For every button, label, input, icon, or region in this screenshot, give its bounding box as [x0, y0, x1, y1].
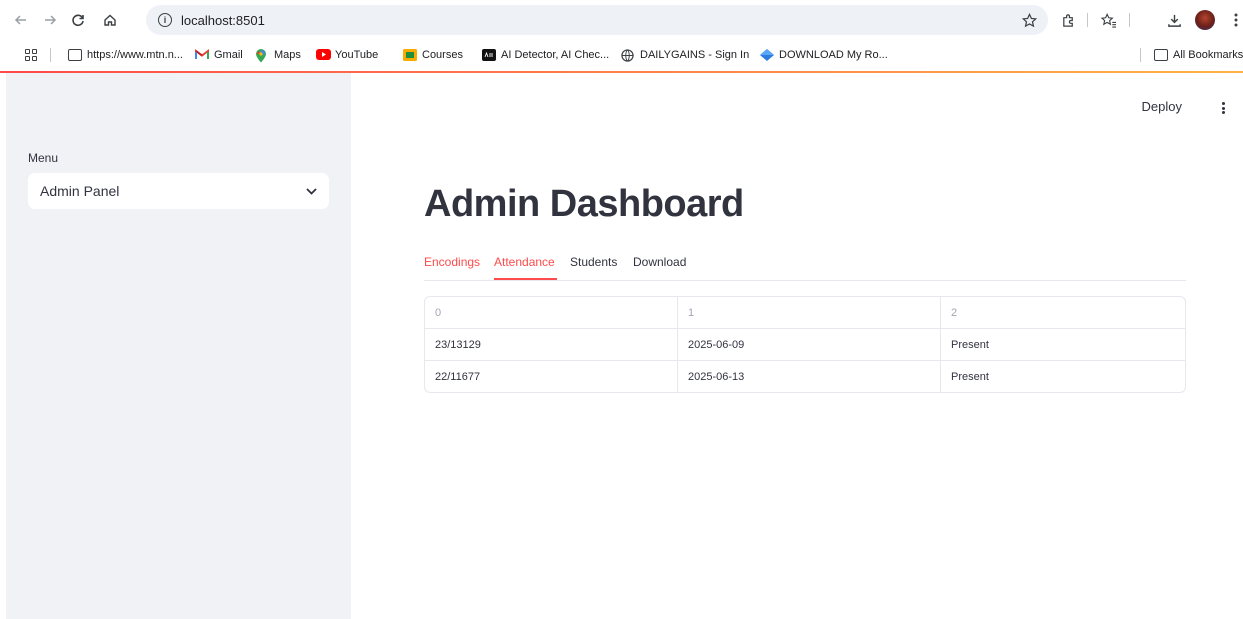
- globe-icon: [621, 49, 635, 62]
- bookmark-download[interactable]: DOWNLOAD My Ro...: [760, 47, 888, 63]
- profile-avatar[interactable]: [1195, 10, 1215, 30]
- table-cell[interactable]: Present: [941, 361, 1185, 392]
- menu-select[interactable]: Admin Panel: [28, 173, 329, 209]
- site-info-icon[interactable]: i: [158, 13, 172, 27]
- address-bar[interactable]: i localhost:8501: [146, 5, 1048, 35]
- deploy-button[interactable]: Deploy: [1142, 99, 1182, 114]
- diamond-icon: [760, 49, 774, 61]
- main-menu-icon[interactable]: [1219, 100, 1227, 116]
- all-bookmarks-folder[interactable]: All Bookmarks: [1154, 47, 1243, 63]
- bookmark-maps[interactable]: Maps: [255, 47, 301, 63]
- sidebar: Menu Admin Panel: [6, 73, 351, 619]
- menu-label: Menu: [28, 151, 59, 165]
- bookmark-mtn[interactable]: https://www.mtn.n...: [68, 47, 183, 63]
- attendance-table: 0 1 2 23/13129 2025-06-09 Present 22/116…: [424, 296, 1186, 393]
- chevron-down-icon: [305, 185, 317, 197]
- browser-toolbar: i localhost:8501: [0, 0, 1243, 40]
- folder-icon: [68, 49, 82, 61]
- app-container: Menu Admin Panel Deploy Admin Dashboard …: [0, 73, 1243, 619]
- table-cell[interactable]: 2025-06-09: [678, 329, 941, 361]
- table-row: 23/13129 2025-06-09 Present: [425, 329, 1185, 361]
- tab-students[interactable]: Students: [570, 255, 617, 269]
- column-header[interactable]: 2: [941, 297, 1185, 329]
- url-text: localhost:8501: [181, 12, 265, 28]
- browser-menu-icon[interactable]: [1229, 6, 1243, 34]
- extensions-icon[interactable]: [1054, 6, 1082, 34]
- active-tab-indicator: [494, 278, 557, 280]
- apps-icon[interactable]: [25, 47, 37, 63]
- reload-icon[interactable]: [64, 6, 92, 34]
- bookmarks-list-icon[interactable]: [1095, 6, 1123, 34]
- ai-detector-icon: [482, 49, 496, 61]
- courses-icon: [403, 49, 417, 61]
- maps-pin-icon: [255, 49, 269, 63]
- bookmark-courses[interactable]: Courses: [403, 47, 463, 63]
- gmail-icon: [195, 49, 209, 61]
- table-cell[interactable]: 23/13129: [425, 329, 678, 361]
- back-arrow-icon[interactable]: [7, 6, 35, 34]
- bookmarks-bar: https://www.mtn.n... Gmail Maps YouTube …: [0, 40, 1243, 70]
- bookmark-gmail[interactable]: Gmail: [195, 47, 243, 63]
- column-header[interactable]: 0: [425, 297, 678, 329]
- forward-arrow-icon[interactable]: [36, 6, 64, 34]
- bookmark-star-icon[interactable]: [1015, 6, 1043, 34]
- tab-bar: Encodings Attendance Students Download: [424, 253, 1186, 281]
- table-row: 22/11677 2025-06-13 Present: [425, 361, 1185, 392]
- table-cell[interactable]: 2025-06-13: [678, 361, 941, 392]
- bookmark-dailygains[interactable]: DAILYGAINS - Sign In: [621, 47, 749, 63]
- tab-download[interactable]: Download: [633, 255, 686, 269]
- table-cell[interactable]: 22/11677: [425, 361, 678, 392]
- home-icon[interactable]: [96, 6, 124, 34]
- tab-attendance[interactable]: Attendance: [494, 255, 555, 269]
- tab-encodings[interactable]: Encodings: [424, 255, 480, 269]
- table-header-row: 0 1 2: [425, 297, 1185, 329]
- bookmark-youtube[interactable]: YouTube: [316, 47, 378, 63]
- page-title: Admin Dashboard: [424, 183, 744, 225]
- column-header[interactable]: 1: [678, 297, 941, 329]
- folder-icon: [1154, 49, 1168, 61]
- bookmark-ai-detector[interactable]: AI Detector, AI Chec...: [482, 47, 609, 63]
- table-cell[interactable]: Present: [941, 329, 1185, 361]
- menu-select-value: Admin Panel: [40, 183, 120, 199]
- download-icon[interactable]: [1160, 6, 1188, 34]
- youtube-icon: [316, 49, 331, 61]
